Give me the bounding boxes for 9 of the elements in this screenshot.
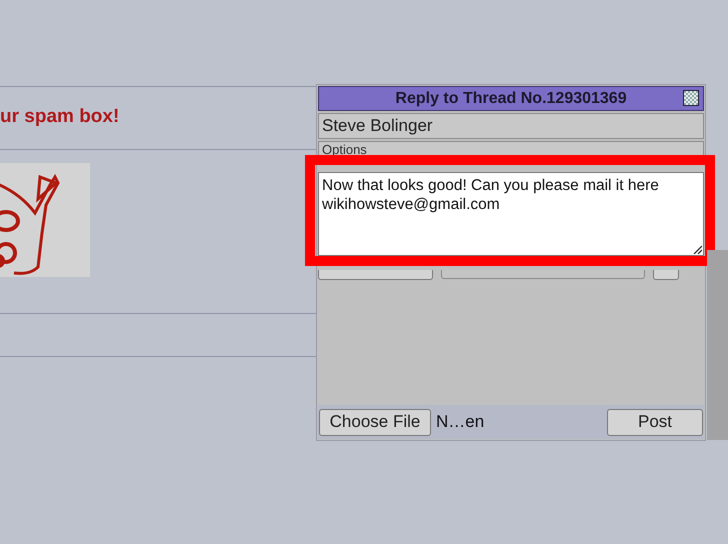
name-field[interactable]: Steve Bolinger: [318, 113, 704, 139]
choose-file-button[interactable]: Choose File: [319, 408, 431, 436]
post-heading: ur spam box!: [0, 106, 120, 128]
comment-field[interactable]: Now that looks good! Can you please mail it here wikihowsteve@gmail.com: [318, 172, 704, 256]
close-icon[interactable]: [683, 90, 699, 106]
resize-grip-icon[interactable]: [692, 244, 702, 254]
window-title: Reply to Thread No.129301369: [395, 90, 627, 108]
file-status: N…en: [436, 412, 486, 432]
post-button[interactable]: Post: [607, 408, 703, 436]
